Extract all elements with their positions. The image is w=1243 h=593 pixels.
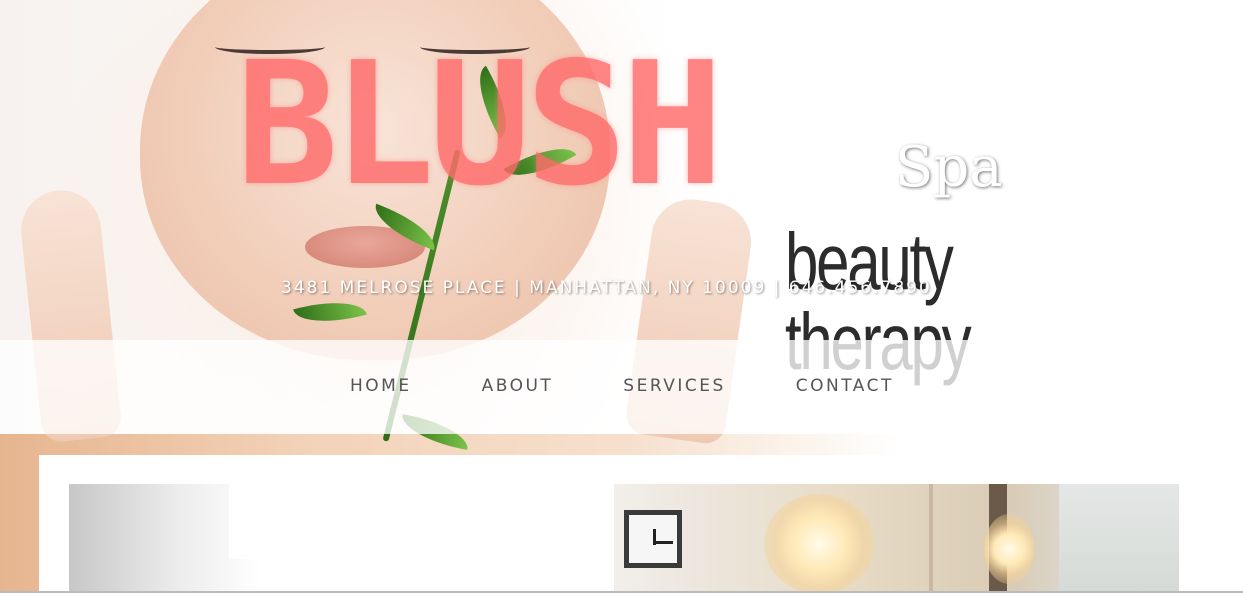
wall-divider (929, 484, 933, 593)
spa-photo-left (69, 484, 614, 593)
nav-item-services[interactable]: SERVICES (623, 376, 725, 396)
lamp-glow-small (984, 514, 1034, 584)
lamp-glow (764, 494, 874, 593)
nav-item-home[interactable]: HOME (350, 376, 412, 396)
page: BLUSH Spa beauty therapy 3481 MELROSE PL… (0, 0, 1243, 593)
clock-minute-hand (653, 529, 656, 545)
glass-panel (1059, 484, 1179, 593)
main-navigation: HOME ABOUT SERVICES CONTACT (0, 340, 1243, 434)
contact-address: 3481 MELROSE PLACE | MANHATTAN, NY 10009… (281, 278, 932, 298)
brand-title: BLUSH (236, 26, 724, 224)
spa-photo-right (614, 484, 1179, 593)
nav-item-contact[interactable]: CONTACT (796, 376, 894, 396)
nav-item-about[interactable]: ABOUT (482, 376, 554, 396)
clock-icon (624, 510, 682, 568)
brand-spa: Spa (895, 135, 1003, 200)
clock-hour-hand (653, 541, 673, 544)
photo-highlight (229, 484, 559, 559)
nav-list: HOME ABOUT SERVICES CONTACT (350, 376, 894, 396)
